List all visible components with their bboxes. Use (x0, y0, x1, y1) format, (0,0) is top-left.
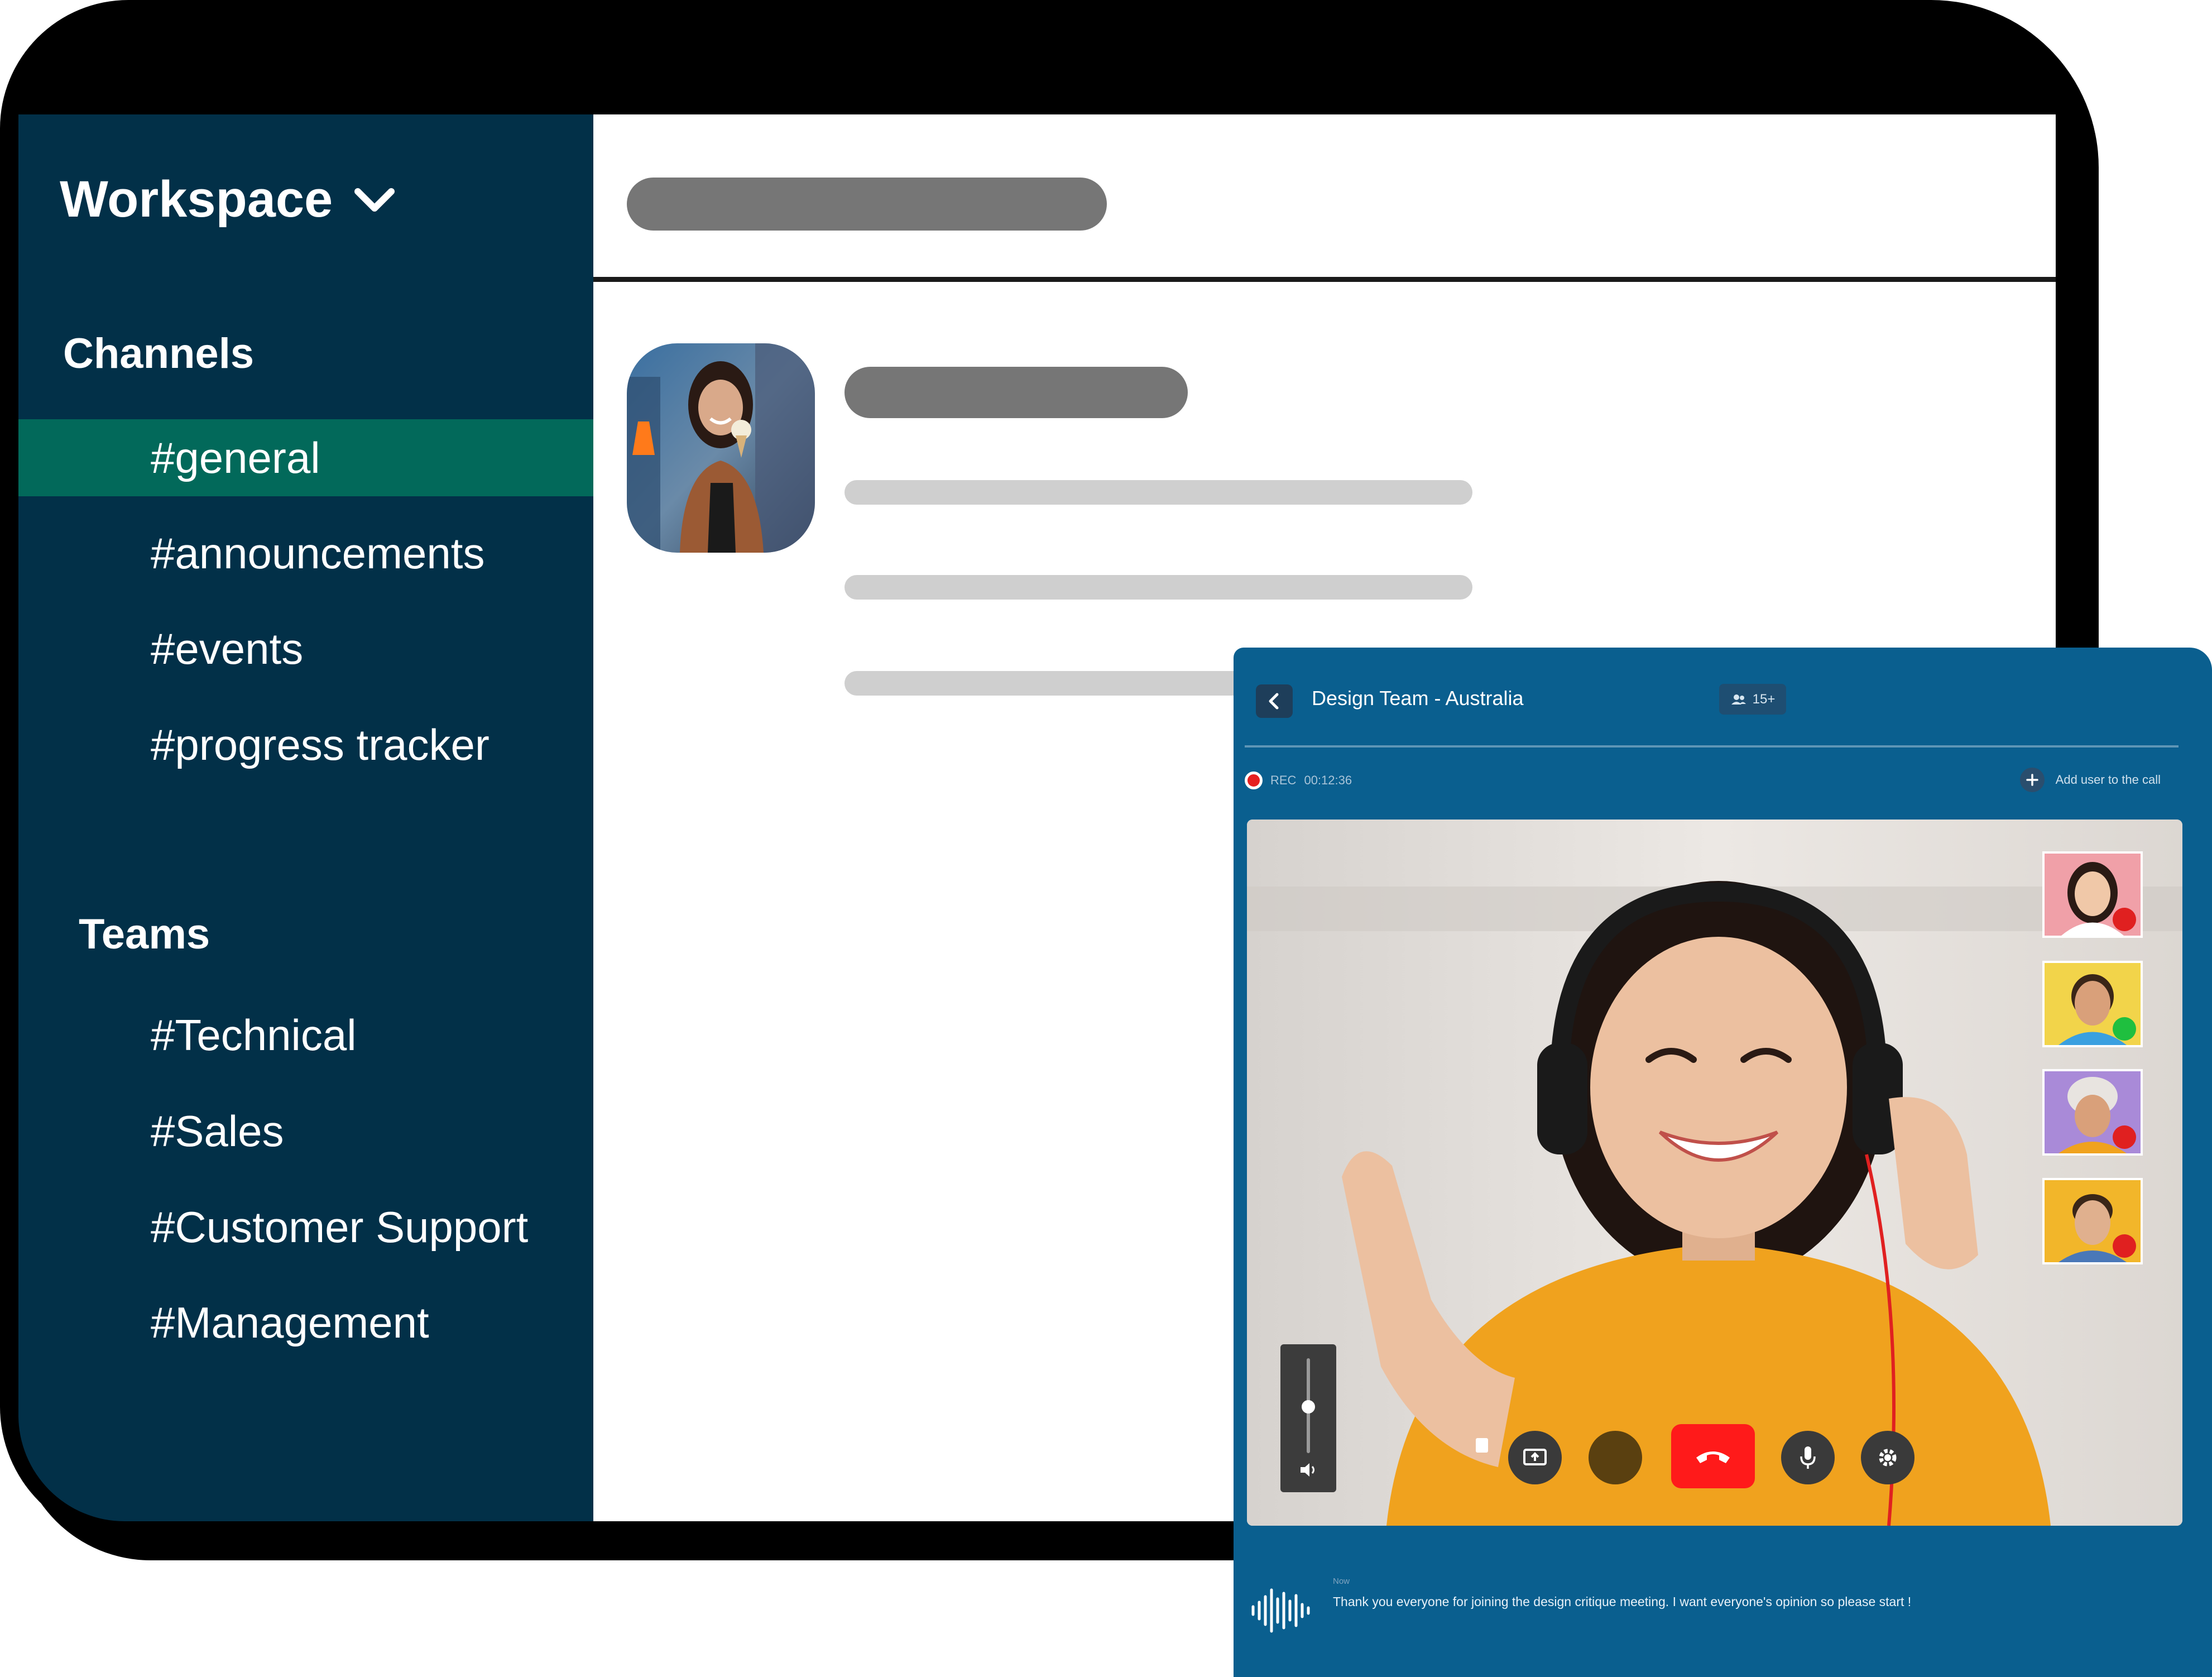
teams-heading: Teams (79, 911, 210, 958)
participant-thumbnail[interactable] (2042, 851, 2143, 938)
sidebar-item-events[interactable]: #events (18, 610, 593, 687)
sidebar-item-label: #Technical (151, 1010, 357, 1060)
avatar-photo (627, 343, 815, 553)
workspace-title: Workspace (60, 171, 333, 228)
participant-thumbnail[interactable] (2042, 1069, 2143, 1156)
call-header: Design Team - Australia 15+ (1245, 648, 2179, 748)
sidebar: Workspace Channels #general #announcemen… (18, 114, 593, 1521)
participant-thumbnail[interactable] (2042, 1178, 2143, 1264)
sidebar-item-label: #events (151, 624, 304, 673)
mic-muted-icon (2113, 908, 2136, 931)
screen-share-button[interactable] (1508, 1431, 1562, 1484)
add-user-label: Add user to the call (2055, 773, 2161, 787)
record-icon (1245, 772, 1263, 789)
avatar[interactable] (627, 343, 815, 553)
sender-name-placeholder (845, 367, 1188, 418)
message-line-placeholder (845, 480, 1472, 505)
back-button[interactable] (1256, 684, 1293, 718)
volume-slider[interactable] (1280, 1344, 1336, 1492)
sidebar-item-management[interactable]: #Management (18, 1284, 593, 1361)
camera-off-icon[interactable] (1476, 1438, 1488, 1453)
mic-muted-icon (2113, 1234, 2136, 1258)
microphone-icon (1800, 1446, 1816, 1469)
sidebar-item-label: #Customer Support (151, 1202, 529, 1252)
sidebar-item-general[interactable]: #general (18, 419, 593, 496)
channel-title-placeholder (627, 178, 1107, 231)
sidebar-item-label: #Sales (151, 1106, 284, 1156)
mic-muted-icon (2113, 1125, 2136, 1149)
add-user-button[interactable]: Add user to the call (2019, 768, 2161, 792)
chevron-down-icon (354, 188, 395, 212)
video-call-window: Design Team - Australia 15+ REC 00:12:36… (1234, 648, 2212, 1677)
camera-toggle-button[interactable] (1589, 1431, 1642, 1484)
end-call-icon (1696, 1451, 1730, 1463)
sidebar-item-label: #announcements (151, 528, 485, 578)
recording-indicator: REC 00:12:36 (1245, 772, 1352, 789)
sidebar-item-customer-support[interactable]: #Customer Support (18, 1189, 593, 1266)
soundwave-icon (1251, 1588, 1310, 1633)
settings-icon (1879, 1449, 1897, 1467)
workspace-switcher[interactable]: Workspace (60, 170, 400, 229)
main-video-feed[interactable] (1247, 820, 2182, 1526)
participants-count: 15+ (1752, 691, 1776, 707)
call-title: Design Team - Australia (1312, 687, 1524, 710)
back-arrow-icon (1269, 693, 1279, 710)
channels-heading: Channels (63, 330, 255, 377)
volume-icon (1301, 1463, 1314, 1477)
sidebar-item-label: #Management (151, 1297, 429, 1347)
caption-text: Thank you everyone for joining the desig… (1333, 1594, 1912, 1609)
rec-time: 00:12:36 (1304, 773, 1352, 787)
sidebar-item-label: #general (151, 433, 320, 482)
mic-active-icon (2113, 1017, 2136, 1041)
participant-thumbnail[interactable] (2042, 961, 2143, 1047)
screen-share-icon (1523, 1449, 1547, 1465)
settings-button[interactable] (1861, 1431, 1914, 1484)
sidebar-item-sales[interactable]: #Sales (18, 1093, 593, 1170)
live-caption: Now Thank you everyone for joining the d… (1250, 1574, 2190, 1641)
message-line-placeholder (845, 575, 1472, 600)
participants-button[interactable]: 15+ (1719, 684, 1786, 715)
microphone-button[interactable] (1781, 1431, 1835, 1484)
rec-label: REC (1270, 773, 1297, 787)
end-call-button[interactable] (1671, 1424, 1755, 1488)
sidebar-item-announcements[interactable]: #announcements (18, 515, 593, 592)
channel-header (593, 114, 2056, 282)
sidebar-item-technical[interactable]: #Technical (18, 996, 593, 1074)
plus-icon (2019, 768, 2045, 792)
sidebar-item-progress-tracker[interactable]: #progress tracker (18, 706, 593, 783)
users-icon (1731, 694, 1746, 705)
volume-handle[interactable] (1302, 1400, 1315, 1414)
caption-time: Now (1333, 1577, 1350, 1586)
sidebar-item-label: #progress tracker (151, 720, 490, 769)
